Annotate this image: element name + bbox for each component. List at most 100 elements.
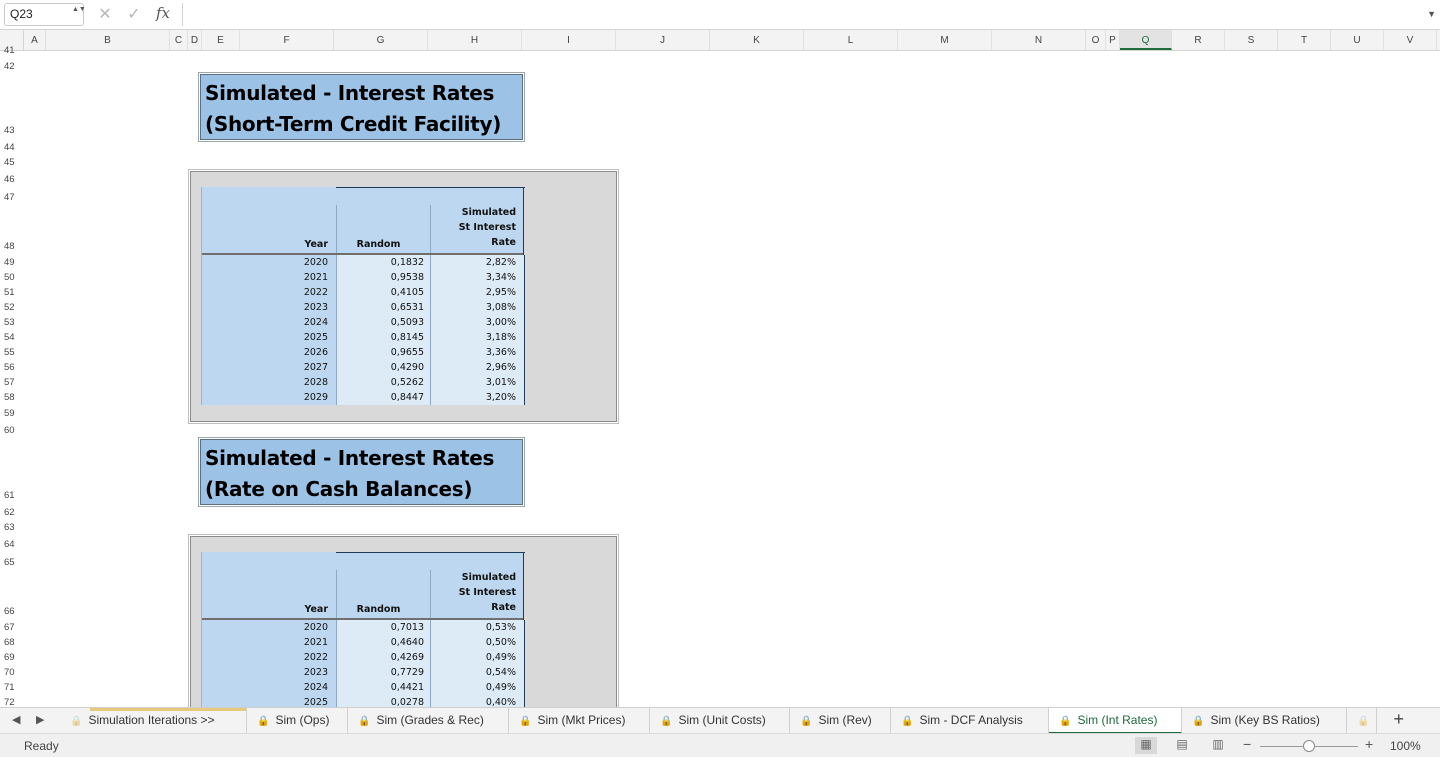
zoom-out-icon[interactable]: − <box>1243 736 1251 752</box>
tab-sim-mkt-prices[interactable]: 🔒 Sim (Mkt Prices) <box>509 708 650 734</box>
tab-simulation-iterations[interactable]: 🔒 Simulation Iterations >> <box>62 708 247 734</box>
year-cell[interactable]: 2023 <box>202 665 336 680</box>
random-cell[interactable]: 0,8145 <box>336 330 430 345</box>
year-cell[interactable]: 2020 <box>202 255 336 270</box>
rate-cell[interactable]: 0,49% <box>430 680 525 695</box>
rate-cell[interactable]: 0,54% <box>430 665 525 680</box>
row-header[interactable]: 55 <box>0 347 24 358</box>
random-cell[interactable]: 0,4640 <box>336 635 430 650</box>
year-cell[interactable]: 2028 <box>202 375 336 390</box>
worksheet-grid[interactable]: Simulated - Interest Rates (Short-Term C… <box>24 51 1440 707</box>
rate-cell[interactable]: 3,00% <box>430 315 525 330</box>
column-header-random[interactable]: Random <box>336 239 421 250</box>
random-cell[interactable]: 0,0278 <box>336 695 430 707</box>
column-header-simulated-rate[interactable]: Simulated St Interest Rate <box>430 205 516 250</box>
year-cell[interactable]: 2021 <box>202 635 336 650</box>
row-header[interactable]: 58 <box>0 392 24 403</box>
formula-input[interactable] <box>182 3 1432 26</box>
column-header-q[interactable]: Q <box>1120 30 1172 50</box>
year-cell[interactable]: 2026 <box>202 345 336 360</box>
section-title-cash-balances[interactable]: Simulated - Interest Rates (Rate on Cash… <box>198 437 525 507</box>
zoom-in-icon[interactable]: + <box>1365 736 1373 752</box>
column-header-m[interactable]: M <box>898 30 992 50</box>
year-cell[interactable]: 2024 <box>202 315 336 330</box>
insert-function-button[interactable]: fx <box>156 4 170 22</box>
column-header-simulated-rate[interactable]: Simulated St Interest Rate <box>430 570 516 615</box>
column-header-d[interactable]: D <box>188 30 202 50</box>
random-cell[interactable]: 0,4421 <box>336 680 430 695</box>
add-sheet-icon[interactable]: + <box>1393 709 1404 730</box>
row-header[interactable]: 68 <box>0 637 24 648</box>
year-cell[interactable]: 2024 <box>202 680 336 695</box>
column-header-v[interactable]: V <box>1384 30 1437 50</box>
year-cell[interactable]: 2021 <box>202 270 336 285</box>
tab-sim-rev[interactable]: 🔒 Sim (Rev) <box>790 708 891 734</box>
random-cell[interactable]: 0,1832 <box>336 255 430 270</box>
row-header[interactable]: 63 <box>0 522 24 533</box>
page-layout-view-icon[interactable]: ▤ <box>1171 737 1193 754</box>
column-header-j[interactable]: J <box>616 30 710 50</box>
row-header[interactable]: 69 <box>0 652 24 663</box>
row-header[interactable]: 54 <box>0 332 24 343</box>
row-header[interactable]: 51 <box>0 287 24 298</box>
rate-cell[interactable]: 2,95% <box>430 285 525 300</box>
year-cell[interactable]: 2025 <box>202 695 336 707</box>
column-header-h[interactable]: H <box>428 30 522 50</box>
column-header-year[interactable]: Year <box>202 239 328 250</box>
random-cell[interactable]: 0,9655 <box>336 345 430 360</box>
rate-cell[interactable]: 3,18% <box>430 330 525 345</box>
row-header[interactable]: 65 <box>0 557 24 568</box>
column-header-t[interactable]: T <box>1278 30 1331 50</box>
rate-cell[interactable]: 3,20% <box>430 390 525 405</box>
column-header-u[interactable]: U <box>1331 30 1384 50</box>
column-header-b[interactable]: B <box>46 30 170 50</box>
tab-overflow[interactable]: 🔒 <box>1347 708 1377 734</box>
row-header[interactable]: 70 <box>0 667 24 678</box>
year-cell[interactable]: 2022 <box>202 285 336 300</box>
row-header[interactable]: 64 <box>0 539 24 550</box>
tab-sim-dcf-analysis[interactable]: 🔒 Sim - DCF Analysis <box>891 708 1049 734</box>
row-header[interactable]: 50 <box>0 272 24 283</box>
rate-cell[interactable]: 0,40% <box>430 695 525 707</box>
row-header[interactable]: 67 <box>0 622 24 633</box>
column-header-r[interactable]: R <box>1172 30 1225 50</box>
row-header[interactable]: 47 <box>0 192 24 203</box>
row-header[interactable]: 62 <box>0 507 24 518</box>
random-cell[interactable]: 0,4105 <box>336 285 430 300</box>
name-box[interactable]: Q23 ▲▼ <box>4 3 86 26</box>
column-header-k[interactable]: K <box>710 30 804 50</box>
random-cell[interactable]: 0,5262 <box>336 375 430 390</box>
tab-sim-grades-rec[interactable]: 🔒 Sim (Grades & Rec) <box>348 708 509 734</box>
row-header[interactable]: 57 <box>0 377 24 388</box>
row-header[interactable]: 52 <box>0 302 24 313</box>
rate-cell[interactable]: 3,08% <box>430 300 525 315</box>
tab-sim-ops[interactable]: 🔒 Sim (Ops) <box>247 708 348 734</box>
year-cell[interactable]: 2020 <box>202 620 336 635</box>
row-header[interactable]: 48 <box>0 241 24 252</box>
row-header[interactable]: 53 <box>0 317 24 328</box>
normal-view-icon[interactable]: ▦ <box>1135 737 1157 754</box>
year-cell[interactable]: 2029 <box>202 390 336 405</box>
rate-cell[interactable]: 0,49% <box>430 650 525 665</box>
tab-sim-int-rates[interactable]: 🔒 Sim (Int Rates) <box>1049 708 1182 734</box>
year-cell[interactable]: 2022 <box>202 650 336 665</box>
column-header-random[interactable]: Random <box>336 604 421 615</box>
zoom-level[interactable]: 100% <box>1390 739 1421 753</box>
column-header-n[interactable]: N <box>992 30 1086 50</box>
column-header-f[interactable]: F <box>240 30 334 50</box>
tab-sim-key-bs-ratios[interactable]: 🔒 Sim (Key BS Ratios) <box>1182 708 1347 734</box>
tab-sim-unit-costs[interactable]: 🔒 Sim (Unit Costs) <box>650 708 790 734</box>
year-cell[interactable]: 2027 <box>202 360 336 375</box>
column-header-l[interactable]: L <box>804 30 898 50</box>
random-cell[interactable]: 0,6531 <box>336 300 430 315</box>
rate-cell[interactable]: 2,96% <box>430 360 525 375</box>
row-header[interactable]: 60 <box>0 425 24 436</box>
rate-cell[interactable]: 0,53% <box>430 620 525 635</box>
tab-scroll-left-icon[interactable]: ◀ <box>12 713 20 726</box>
name-box-spin-icon[interactable]: ▲▼ <box>72 6 86 23</box>
row-header[interactable]: 66 <box>0 606 24 617</box>
random-cell[interactable]: 0,9538 <box>336 270 430 285</box>
rate-cell[interactable]: 0,50% <box>430 635 525 650</box>
column-header-p[interactable]: P <box>1106 30 1120 50</box>
column-header-g[interactable]: G <box>334 30 428 50</box>
